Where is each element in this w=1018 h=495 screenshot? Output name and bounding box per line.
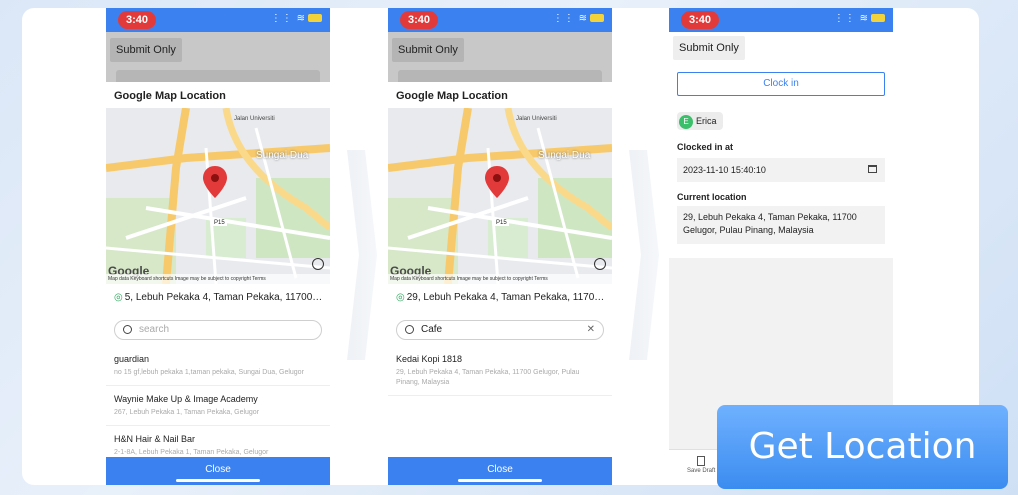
current-location-label: Current location [677, 192, 747, 202]
user-name: Erica [696, 116, 717, 126]
dimmed-field [398, 70, 602, 82]
location-pin-icon: ◎ [114, 292, 123, 303]
selected-address: ◎ 5, Lebuh Pekaka 4, Taman Pekaka, 11700 … [114, 292, 324, 303]
location-pin-icon: ◎ [396, 292, 405, 303]
result-title: guardian [114, 354, 150, 364]
calendar-icon [868, 165, 877, 173]
sheet-title: Google Map Location [114, 90, 226, 102]
submit-only-button[interactable]: Submit Only [110, 38, 182, 62]
address-text: 29, Lebuh Pekaka 4, Taman Pekaka, 11700 … [406, 292, 606, 303]
user-chip: E Erica [677, 112, 723, 130]
clocked-in-field[interactable]: 2023-11-10 15:40:10 [677, 158, 885, 182]
search-icon [123, 325, 132, 334]
map-label: P15 [494, 220, 509, 226]
close-button[interactable]: Close [388, 457, 612, 485]
map-label: Jalan Universiti [234, 116, 275, 122]
result-title: Waynie Make Up & Image Academy [114, 394, 258, 404]
search-input[interactable]: Cafe ✕ [396, 320, 604, 340]
status-icons: ⋮⋮ ≋ [834, 13, 885, 24]
status-icons: ⋮⋮ ≋ [271, 13, 322, 24]
save-draft-button[interactable]: Save Draft [687, 456, 715, 474]
sheet-title: Google Map Location [396, 90, 508, 102]
clear-icon[interactable]: ✕ [587, 321, 595, 339]
locate-icon[interactable] [594, 258, 606, 270]
map-sheet: Google Map Location Jalan Universiti Sun… [388, 82, 612, 485]
close-label: Close [205, 464, 231, 475]
result-address: 267, Lebuh Pekaka 1, Taman Pekaka, Gelug… [114, 409, 260, 416]
locate-icon[interactable] [312, 258, 324, 270]
map-label: Sungai Dua [256, 150, 309, 161]
google-map[interactable]: Jalan Universiti Sungai Dua P15 Google M… [106, 108, 330, 284]
close-button[interactable]: Close [106, 457, 330, 485]
clocked-in-value: 2023-11-10 15:40:10 [683, 165, 766, 175]
avatar: E [679, 114, 693, 129]
search-placeholder: search [139, 324, 170, 335]
current-location-field: 29, Lebuh Pekaka 4, Taman Pekaka, 11700 … [677, 206, 885, 244]
battery-icon [590, 14, 604, 23]
phone-screen-search: 3:40 ⋮⋮ ≋ Submit Only Google Map Locatio… [106, 8, 330, 485]
dimmed-topbar: Submit Only [106, 32, 330, 82]
status-bar: 3:40 ⋮⋮ ≋ [388, 8, 612, 32]
list-item[interactable]: Waynie Make Up & Image Academy 267, Lebu… [106, 394, 330, 426]
battery-icon [308, 14, 322, 23]
selected-address: ◎ 29, Lebuh Pekaka 4, Taman Pekaka, 11700… [396, 292, 606, 303]
topbar: Submit Only [669, 32, 893, 60]
result-address: no 15 gf,lebuh pekaka 1,taman pekaka, Su… [114, 369, 304, 376]
status-bar: 3:40 ⋮⋮ ≋ [106, 8, 330, 32]
save-draft-label: Save Draft [687, 468, 716, 474]
close-label: Close [487, 464, 513, 475]
list-item[interactable]: Kedai Kopi 1818 29, Lebuh Pekaka 4, Tama… [388, 354, 612, 396]
map-label: Jalan Universiti [516, 116, 557, 122]
list-item[interactable]: guardian no 15 gf,lebuh pekaka 1,taman p… [106, 354, 330, 386]
dimmed-field [116, 70, 320, 82]
clocked-in-label: Clocked in at [677, 142, 734, 152]
map-sheet: Google Map Location Jalan Universiti Sun… [106, 82, 330, 485]
battery-icon [871, 14, 885, 23]
result-title: H&N Hair & Nail Bar [114, 434, 196, 444]
phone-screen-cafe: 3:40 ⋮⋮ ≋ Submit Only Google Map Locatio… [388, 8, 612, 485]
status-time: 3:40 [118, 11, 156, 29]
map-footer: Map data Keyboard shortcuts Image may be… [106, 274, 330, 284]
map-label: Sungai Dua [538, 150, 591, 161]
home-indicator [176, 479, 260, 482]
result-address: 29, Lebuh Pekaka 4, Taman Pekaka, 11700 … [396, 369, 580, 386]
map-footer: Map data Keyboard shortcuts Image may be… [388, 274, 612, 284]
address-text: 5, Lebuh Pekaka 4, Taman Pekaka, 11700 G… [124, 292, 324, 303]
status-time: 3:40 [681, 11, 719, 29]
status-bar: 3:40 ⋮⋮ ≋ [669, 8, 893, 32]
home-indicator [458, 479, 542, 482]
search-icon [405, 325, 414, 334]
clock-in-button[interactable]: Clock in [677, 72, 885, 96]
status-time: 3:40 [400, 11, 438, 29]
draft-icon [697, 456, 706, 466]
map-label: P15 [212, 220, 227, 226]
submit-only-button[interactable]: Submit Only [673, 36, 745, 60]
dimmed-topbar: Submit Only [388, 32, 612, 82]
get-location-button[interactable]: Get Location [717, 405, 1008, 489]
result-title: Kedai Kopi 1818 [396, 354, 463, 364]
status-icons: ⋮⋮ ≋ [553, 13, 604, 24]
submit-only-button[interactable]: Submit Only [392, 38, 464, 62]
search-input[interactable]: search [114, 320, 322, 340]
search-value: Cafe [421, 324, 443, 335]
google-map[interactable]: Jalan Universiti Sungai Dua P15 Google M… [388, 108, 612, 284]
